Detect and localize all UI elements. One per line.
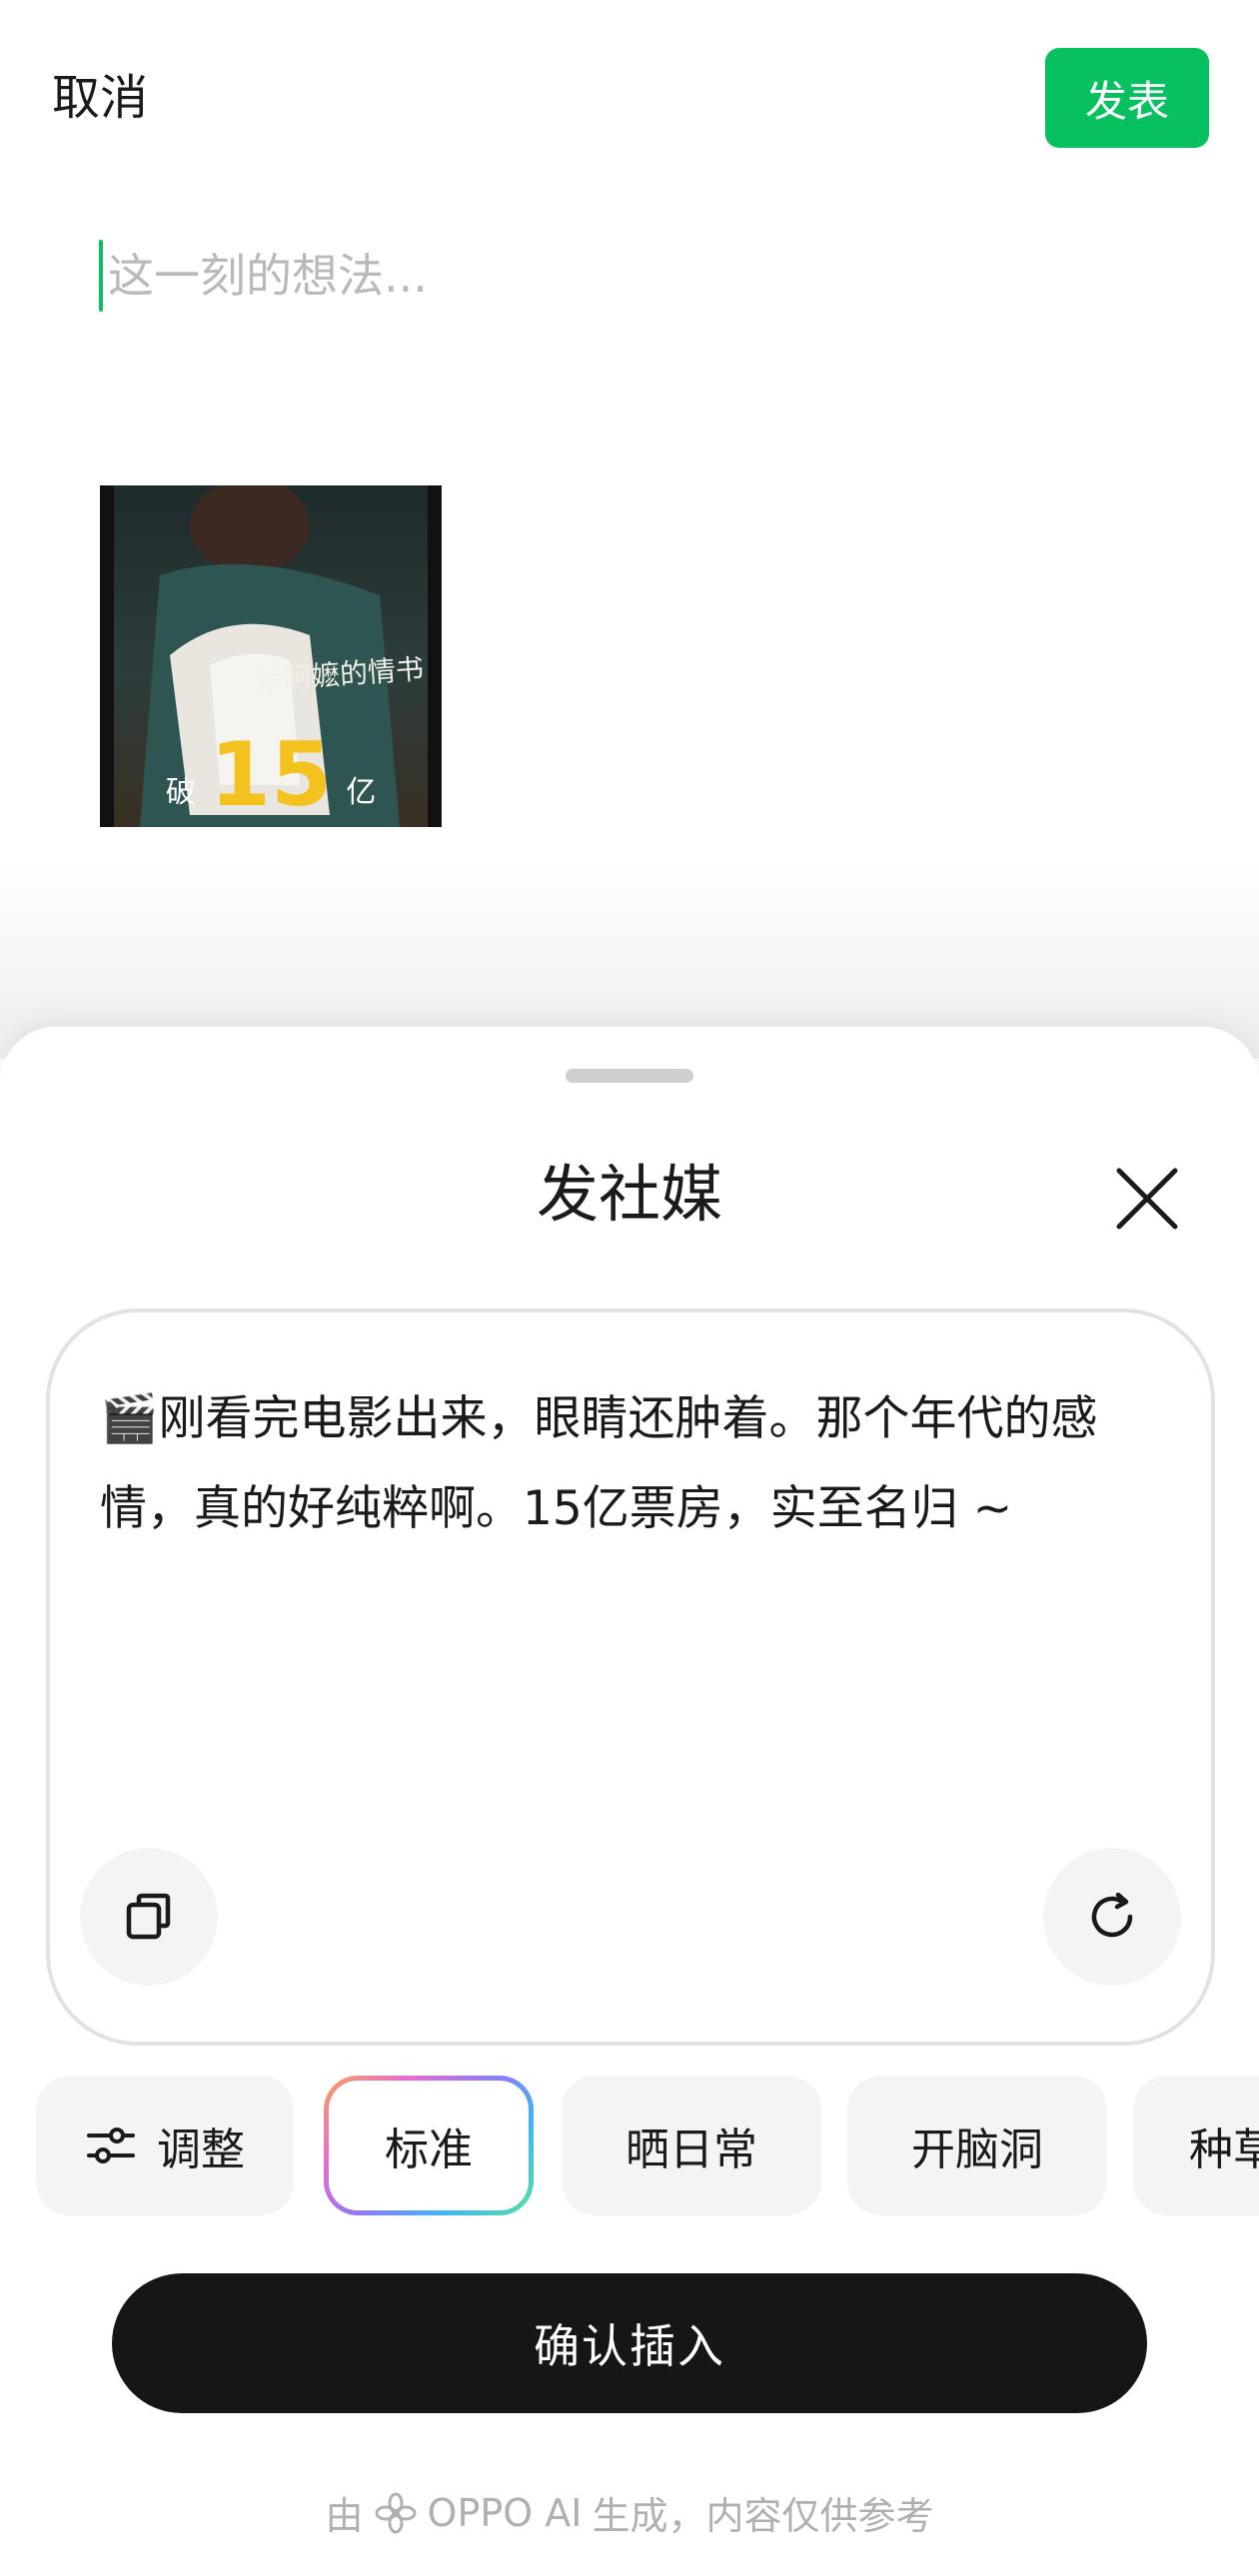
ai-disclaimer: 由 OPPO AI 生成，内容仅供参考 [0, 2485, 1259, 2540]
style-chip-label: 调整 [157, 2125, 245, 2175]
sliders-icon [87, 2128, 135, 2163]
disclaimer-prefix: 由 [325, 2494, 364, 2538]
compose-screen: 取消 发表 给阿嬷的情书 破 15 亿 [0, 0, 1259, 2576]
sheet-title: 发社媒 [536, 1158, 722, 1231]
style-chip-adjust[interactable]: 调整 [36, 2076, 294, 2215]
disclaimer-brand: OPPO AI [427, 2490, 583, 2535]
poster-caption-left: 破 [165, 775, 196, 810]
cancel-button[interactable]: 取消 [52, 68, 148, 128]
generated-text[interactable]: 🎬刚看完电影出来，眼睛还肿着。那个年代的感情，真的好纯粹啊。15亿票房，实至名归… [100, 1374, 1169, 1554]
sheet-drag-handle[interactable] [566, 1069, 693, 1083]
poster-caption-right: 亿 [346, 775, 377, 810]
generated-text-card: 🎬刚看完电影出来，眼睛还肿着。那个年代的感情，真的好纯粹啊。15亿票房，实至名归… [46, 1308, 1215, 2046]
copy-button[interactable] [80, 1848, 218, 1986]
text-cursor [99, 240, 103, 312]
copy-icon [126, 1893, 171, 1940]
style-chip-standard[interactable]: 标准 [324, 2076, 534, 2215]
ai-post-sheet: 发社媒 🎬刚看完电影出来，眼睛还肿着。那个年代的感情，真的好纯粹啊。15亿票房，… [0, 1027, 1259, 2576]
style-chip-brainstorm[interactable]: 开脑洞 [847, 2076, 1107, 2215]
attached-image-thumbnail[interactable]: 给阿嬷的情书 破 15 亿 [100, 485, 442, 827]
publish-button[interactable]: 发表 [1045, 48, 1209, 148]
disclaimer-suffix: 生成，内容仅供参考 [592, 2494, 934, 2538]
poster-caption-number: 15 [209, 723, 333, 826]
oppo-ai-flower-icon [375, 2492, 417, 2533]
style-chip-recommend[interactable]: 种草 [1133, 2076, 1259, 2215]
close-button[interactable] [1109, 1161, 1185, 1237]
poster-caption: 破 15 亿 [100, 719, 442, 819]
style-chip-daily[interactable]: 晒日常 [562, 2076, 821, 2215]
style-chip-row: 调整 标准 晒日常 开脑洞 种草 [36, 2076, 1259, 2215]
refresh-icon [1091, 1892, 1133, 1938]
regenerate-button[interactable] [1043, 1848, 1181, 1986]
confirm-insert-button[interactable]: 确认插入 [112, 2273, 1147, 2413]
close-icon [1116, 1168, 1178, 1230]
thought-input[interactable] [108, 246, 528, 306]
